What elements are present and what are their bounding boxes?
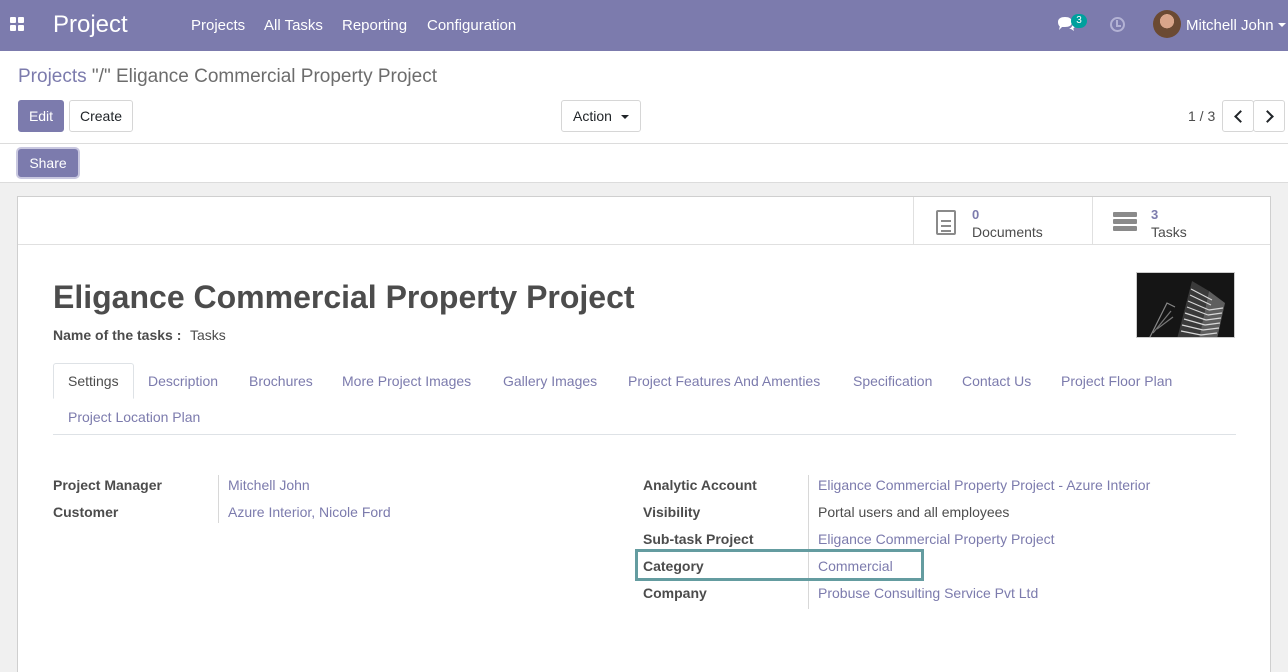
pager-value: 1 / 3 xyxy=(1188,108,1216,124)
tab-project-features[interactable]: Project Features And Amenties xyxy=(613,363,835,399)
chevron-left-icon xyxy=(1234,110,1247,123)
caret-down-icon xyxy=(621,115,629,119)
app-title: Project xyxy=(53,11,128,38)
tab-description[interactable]: Description xyxy=(133,363,233,399)
breadcrumb-separator: "/" xyxy=(91,66,111,87)
smart-button-box: 0 Documents 3 Tasks xyxy=(18,197,1270,245)
documents-label: Documents xyxy=(972,224,1043,240)
share-button[interactable]: Share xyxy=(18,149,78,177)
breadcrumb-current: Eligance Commercial Property Project xyxy=(115,66,437,87)
company-label: Company xyxy=(643,585,707,601)
project-manager-value[interactable]: Mitchell John xyxy=(228,477,310,493)
form-sheet: 0 Documents 3 Tasks Eligance Commercial … xyxy=(17,196,1271,672)
tasks-label: Tasks xyxy=(1151,224,1187,240)
tab-specification[interactable]: Specification xyxy=(838,363,947,399)
edit-button[interactable]: Edit xyxy=(18,100,64,132)
tasks-name-value[interactable]: Tasks xyxy=(190,327,226,343)
user-avatar[interactable] xyxy=(1153,10,1181,38)
menu-all-tasks[interactable]: All Tasks xyxy=(264,17,323,34)
project-title[interactable]: Eligance Commercial Property Project xyxy=(53,279,635,316)
customer-value[interactable]: Azure Interior, Nicole Ford xyxy=(228,504,391,520)
tab-settings[interactable]: Settings xyxy=(53,363,134,399)
analytic-account-value[interactable]: Eligance Commercial Property Project - A… xyxy=(818,477,1150,493)
documents-count: 0 xyxy=(972,207,980,222)
action-label: Action xyxy=(573,108,612,124)
tab-brochures[interactable]: Brochures xyxy=(234,363,328,399)
user-name[interactable]: Mitchell John xyxy=(1186,17,1274,34)
next-record-button[interactable] xyxy=(1253,100,1285,132)
company-value[interactable]: Probuse Consulting Service Pvt Ltd xyxy=(818,585,1038,601)
form-tabs: Settings Description Brochures More Proj… xyxy=(53,363,1236,435)
right-group-separator xyxy=(808,475,809,609)
tasks-smart-button[interactable]: 3 Tasks xyxy=(1092,197,1270,245)
tasks-name-label: Name of the tasks : xyxy=(53,327,182,343)
apps-grid-icon[interactable] xyxy=(10,17,26,33)
control-panel: Projects "/" Eligance Commercial Propert… xyxy=(0,51,1288,183)
chevron-down-icon[interactable] xyxy=(1278,23,1286,27)
tab-project-location-plan[interactable]: Project Location Plan xyxy=(53,399,215,435)
menu-projects[interactable]: Projects xyxy=(191,17,245,34)
tab-more-project-images[interactable]: More Project Images xyxy=(327,363,486,399)
action-dropdown-button[interactable]: Action xyxy=(561,100,641,132)
sub-task-project-label: Sub-task Project xyxy=(643,531,754,547)
project-manager-label: Project Manager xyxy=(53,477,162,493)
tab-contact-us[interactable]: Contact Us xyxy=(947,363,1046,399)
create-button[interactable]: Create xyxy=(69,100,133,132)
document-icon xyxy=(936,210,956,235)
analytic-account-label: Analytic Account xyxy=(643,477,757,493)
toolbar-divider xyxy=(0,143,1288,144)
messages-badge: 3 xyxy=(1071,14,1087,28)
previous-record-button[interactable] xyxy=(1222,100,1254,132)
category-highlight-box xyxy=(635,549,924,581)
menu-configuration[interactable]: Configuration xyxy=(427,17,516,34)
documents-smart-button[interactable]: 0 Documents xyxy=(913,197,1093,245)
breadcrumb: Projects "/" Eligance Commercial Propert… xyxy=(18,66,437,88)
tasks-icon xyxy=(1113,212,1137,232)
breadcrumb-parent[interactable]: Projects xyxy=(18,66,87,87)
visibility-label: Visibility xyxy=(643,504,701,520)
top-navbar: Project Projects All Tasks Reporting Con… xyxy=(0,0,1288,51)
clock-icon[interactable] xyxy=(1110,17,1125,32)
project-image[interactable] xyxy=(1136,272,1235,338)
chevron-right-icon xyxy=(1261,110,1274,123)
customer-label: Customer xyxy=(53,504,119,520)
tab-project-floor-plan[interactable]: Project Floor Plan xyxy=(1046,363,1187,399)
tasks-count: 3 xyxy=(1151,207,1159,222)
sub-task-project-value[interactable]: Eligance Commercial Property Project xyxy=(818,531,1055,547)
visibility-value[interactable]: Portal users and all employees xyxy=(818,504,1009,520)
left-group-separator xyxy=(218,475,219,523)
tab-gallery-images[interactable]: Gallery Images xyxy=(488,363,612,399)
menu-reporting[interactable]: Reporting xyxy=(342,17,407,34)
